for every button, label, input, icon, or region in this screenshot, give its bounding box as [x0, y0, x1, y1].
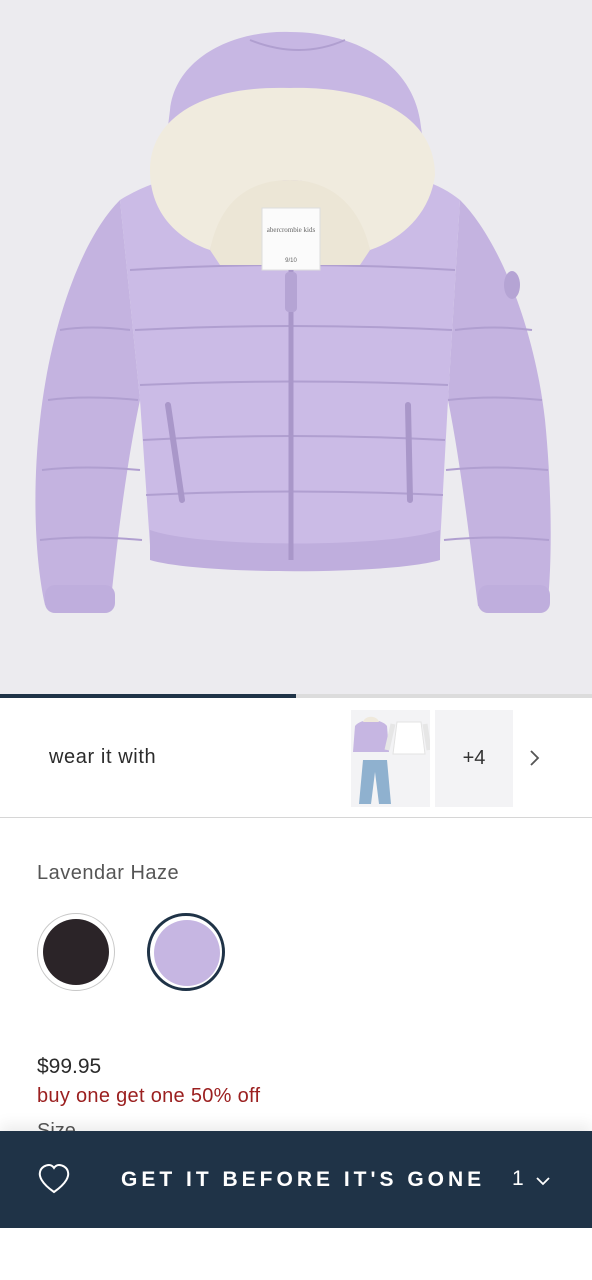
- color-swatch-black[interactable]: [37, 913, 115, 991]
- wear-it-with-label: wear it with: [49, 746, 157, 768]
- heart-icon[interactable]: [37, 1163, 71, 1195]
- quantity-select[interactable]: 1: [512, 1167, 524, 1191]
- svg-text:9/10: 9/10: [285, 258, 297, 264]
- selected-color-name: Lavendar Haze: [37, 862, 180, 884]
- add-to-bag-button[interactable]: GET IT BEFORE IT'S GONE: [121, 1168, 485, 1192]
- more-outfits-count: +4: [462, 747, 486, 769]
- add-to-bag-bar: GET IT BEFORE IT'S GONE 1: [0, 1131, 592, 1228]
- color-swatch-lavender[interactable]: [147, 913, 225, 991]
- chevron-down-icon[interactable]: [533, 1171, 553, 1191]
- outfit-image: [353, 716, 430, 804]
- swatch-fill: [154, 920, 220, 986]
- wear-it-with-section[interactable]: wear it with +4: [0, 698, 592, 818]
- outfit-thumbnail[interactable]: [351, 710, 430, 807]
- product-page: abercrombie kids 9/10 wear it with +4 La…: [0, 0, 592, 1280]
- product-price: $99.95: [37, 1055, 102, 1078]
- product-image[interactable]: abercrombie kids 9/10: [0, 0, 592, 694]
- bottom-safe-area: [0, 1228, 592, 1280]
- swatch-fill: [43, 919, 109, 985]
- jacket-illustration: abercrombie kids 9/10: [35, 31, 551, 613]
- chevron-right-icon[interactable]: [522, 746, 546, 770]
- more-outfits-button[interactable]: +4: [435, 710, 513, 807]
- svg-text:abercrombie kids: abercrombie kids: [267, 226, 316, 234]
- promo-text: buy one get one 50% off: [37, 1085, 261, 1107]
